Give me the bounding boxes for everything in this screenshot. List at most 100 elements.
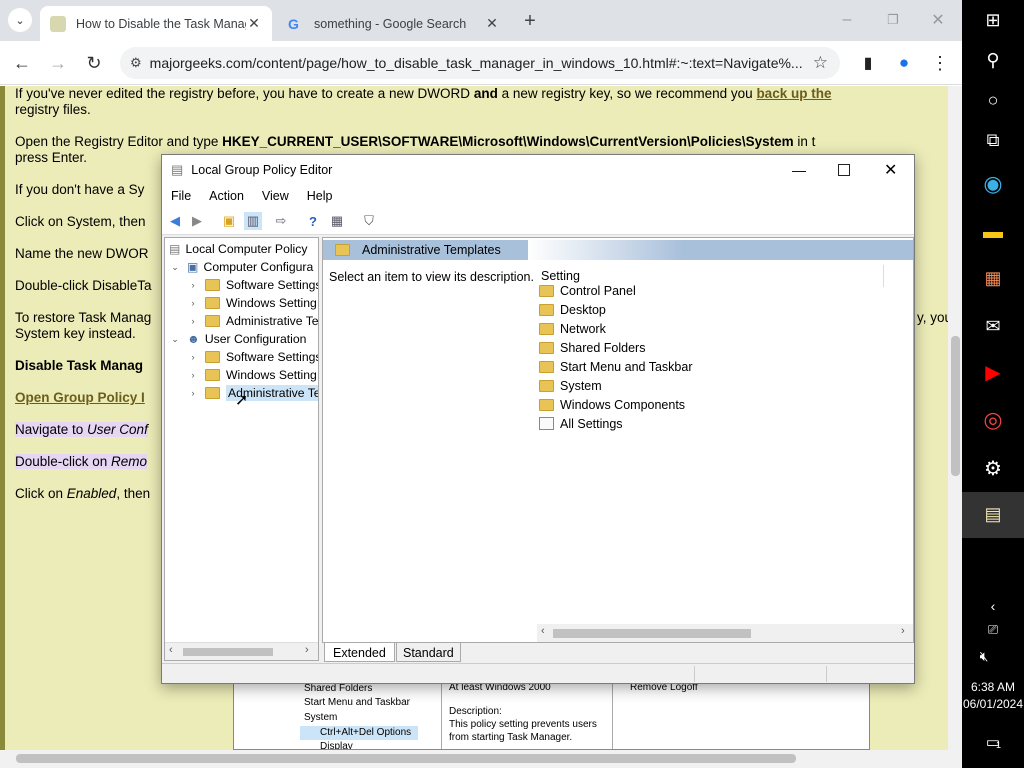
minimize-window-icon[interactable]: – (835, 8, 859, 32)
task-view-icon[interactable]: ⧉ (981, 128, 1005, 152)
tree-node-local-computer-policy[interactable]: ▤ Local Computer Policy (169, 240, 307, 258)
list-item-control-panel[interactable]: Control Panel (539, 281, 636, 300)
clock-date[interactable]: 06/01/2024 (962, 697, 1024, 711)
notification-center-icon[interactable]: ▭ (981, 730, 1005, 754)
clock-time[interactable]: 6:38 AM (962, 680, 1024, 694)
tree-node-administrative-templates-selected[interactable]: › Administrative Te (187, 384, 318, 402)
chevron-right-icon[interactable]: › (187, 298, 199, 308)
chevron-right-icon[interactable]: › (187, 316, 199, 326)
start-windows-icon[interactable]: ⊞ (981, 8, 1005, 32)
folder-icon (205, 297, 220, 309)
scroll-right-icon[interactable]: › (901, 625, 905, 637)
up-folder-icon[interactable]: ▣ (220, 212, 238, 230)
article-paragraph: Navigate to User Conf (15, 422, 148, 437)
tree-node-software-settings[interactable]: › Software Settings (187, 276, 319, 294)
site-info-icon[interactable]: ⚙ (130, 55, 142, 71)
page-vertical-scrollbar[interactable] (948, 86, 962, 750)
window-title-bar[interactable]: ▤ Local Group Policy Editor — ✕ (162, 155, 914, 185)
tree-node-windows-settings[interactable]: › Windows Setting (187, 294, 317, 312)
forward-arrow-icon[interactable]: ▶ (188, 212, 206, 230)
menu-view[interactable]: View (253, 189, 298, 203)
bookmark-star-icon[interactable]: ☆ (813, 53, 828, 73)
tree-node-user-configuration[interactable]: ⌄ ☻ User Configuration (169, 330, 306, 348)
properties-icon[interactable]: ▦ (328, 212, 346, 230)
list-item-network[interactable]: Network (539, 319, 606, 338)
list-item-desktop[interactable]: Desktop (539, 300, 606, 319)
scroll-left-icon[interactable]: ‹ (541, 625, 545, 637)
list-item-system[interactable]: System (539, 376, 602, 395)
file-explorer-icon[interactable]: ▬ (981, 220, 1005, 244)
back-arrow-icon[interactable]: ◀ (166, 212, 184, 230)
scroll-thumb[interactable] (183, 648, 273, 656)
list-item-start-menu-and-taskbar[interactable]: Start Menu and Taskbar (539, 357, 692, 376)
list-horizontal-scrollbar[interactable]: ‹ › (537, 624, 913, 642)
backup-registry-link[interactable]: back up the (756, 86, 831, 101)
network-icon[interactable]: ⎚ (981, 618, 1005, 642)
list-item-windows-components[interactable]: Windows Components (539, 395, 685, 414)
forward-icon[interactable]: → (46, 51, 70, 75)
mail-icon[interactable]: ✉ (981, 314, 1005, 338)
show-hide-tree-icon[interactable]: ▥ (244, 212, 262, 230)
filter-icon[interactable]: ⛉ (360, 212, 378, 230)
tree-node-software-settings[interactable]: › Software Settings (187, 348, 319, 366)
menu-file[interactable]: File (162, 189, 200, 203)
google-favicon-icon: G (288, 15, 299, 32)
profile-avatar-icon[interactable]: ● (892, 51, 916, 75)
notepad-icon[interactable]: ▤ (981, 502, 1005, 526)
page-horizontal-scrollbar[interactable] (0, 750, 962, 768)
chevron-right-icon[interactable]: › (187, 280, 199, 290)
close-window-icon[interactable]: ✕ (926, 8, 950, 32)
settings-gear-icon[interactable]: ⚙ (981, 456, 1005, 480)
article-paragraph: Double-click on Remo (15, 454, 148, 469)
tab-search-button[interactable]: ⌄ (8, 8, 32, 32)
pane-header-title: Administrative Templates (362, 243, 501, 257)
reload-icon[interactable]: ↻ (82, 51, 106, 75)
restore-window-icon[interactable]: ❐ (881, 8, 905, 32)
chrome-icon[interactable]: ◎ (981, 407, 1005, 432)
menu-help[interactable]: Help (298, 189, 342, 203)
tab-majorgeeks[interactable]: How to Disable the Task Manag ✕ (40, 6, 272, 41)
tree-horizontal-scrollbar[interactable]: ‹ › (165, 642, 318, 660)
address-bar[interactable]: ⚙ majorgeeks.com/content/page/how_to_dis… (120, 47, 840, 79)
back-icon[interactable]: ← (10, 51, 34, 75)
menu-action[interactable]: Action (200, 189, 253, 203)
scroll-thumb[interactable] (16, 754, 796, 763)
chevron-down-icon[interactable]: ⌄ (169, 334, 181, 345)
chevron-right-icon[interactable]: › (187, 388, 199, 398)
tab-extended[interactable]: Extended (324, 643, 395, 662)
cortana-icon[interactable]: ○ (981, 88, 1005, 112)
list-item-all-settings[interactable]: All Settings (539, 414, 623, 433)
volume-muted-icon[interactable]: 🔇︎ (972, 644, 996, 668)
store-icon[interactable]: ▦ (981, 266, 1005, 290)
scroll-thumb[interactable] (553, 629, 751, 638)
chevron-right-icon[interactable]: › (187, 370, 199, 380)
export-list-icon[interactable]: ⇨ (272, 212, 290, 230)
side-panel-icon[interactable]: ▮ (856, 51, 880, 75)
tree-node-administrative-templates[interactable]: › Administrative Te (187, 312, 319, 330)
list-item-shared-folders[interactable]: Shared Folders (539, 338, 645, 357)
gpedit-app-icon: ▤ (171, 162, 184, 177)
tree-node-windows-settings[interactable]: › Windows Setting (187, 366, 317, 384)
new-tab-icon[interactable]: + (518, 9, 542, 33)
tab-google-search[interactable]: G something - Google Search ✕ (278, 6, 510, 41)
search-icon[interactable]: ⚲ (981, 48, 1005, 72)
minimize-icon[interactable]: — (792, 162, 806, 178)
close-icon[interactable]: ✕ (884, 160, 897, 180)
edge-icon[interactable]: ◉ (981, 171, 1005, 196)
scroll-left-icon[interactable]: ‹ (169, 644, 173, 656)
chevron-left-icon[interactable]: ‹ (981, 594, 1005, 618)
chevron-down-icon[interactable]: ⌄ (169, 262, 181, 273)
tab-standard[interactable]: Standard (396, 643, 461, 662)
menu-kebab-icon[interactable]: ⋮ (928, 51, 952, 75)
maximize-icon[interactable] (838, 164, 850, 176)
youtube-icon[interactable]: ▶ (981, 360, 1005, 384)
close-tab-icon[interactable]: ✕ (246, 15, 262, 32)
scroll-right-icon[interactable]: › (305, 644, 309, 656)
open-gpedit-link[interactable]: Open Group Policy I (15, 390, 145, 406)
close-tab-icon[interactable]: ✕ (484, 15, 500, 32)
chevron-right-icon[interactable]: › (187, 352, 199, 362)
scroll-thumb[interactable] (951, 336, 960, 476)
help-icon[interactable]: ? (304, 212, 322, 230)
tree-node-computer-configuration[interactable]: ⌄ ▣ Computer Configura (169, 258, 313, 276)
folder-icon (539, 379, 554, 392)
